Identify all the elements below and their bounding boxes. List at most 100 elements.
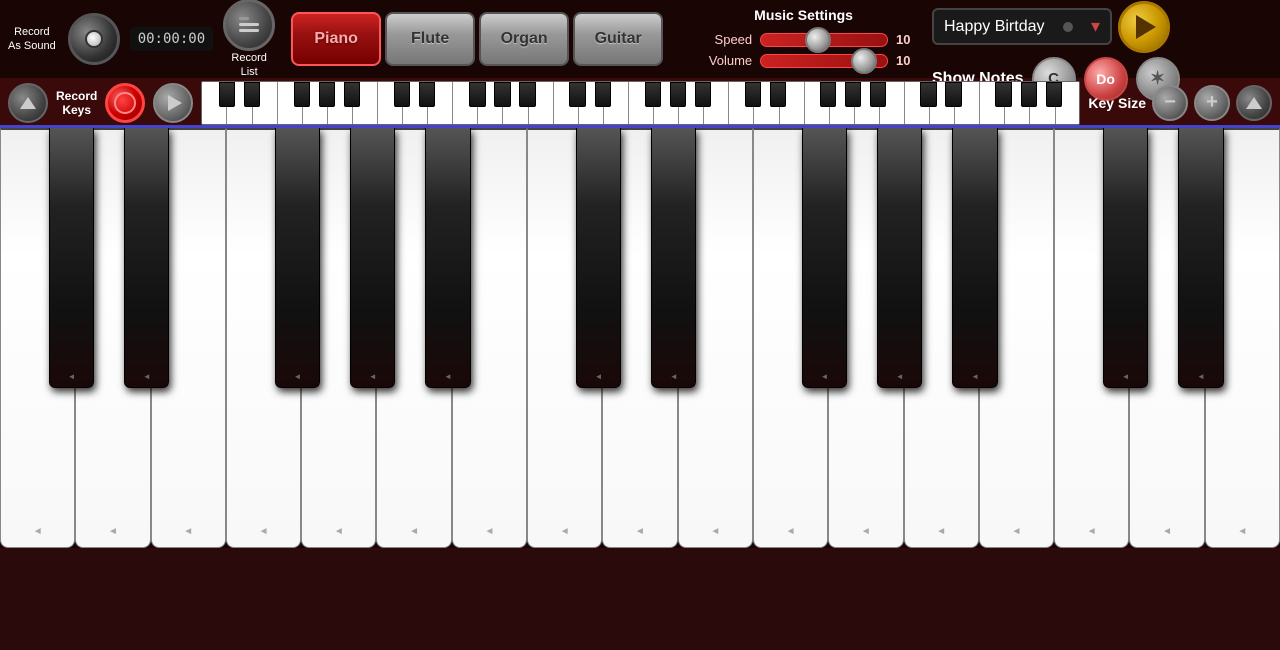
black-piano-key[interactable]: ◄	[952, 128, 997, 388]
mini-white-key[interactable]	[679, 82, 704, 124]
record-list-label: Record List	[231, 51, 266, 80]
guitar-button[interactable]: Guitar	[573, 12, 663, 66]
mini-white-key[interactable]	[428, 82, 453, 124]
mini-white-key[interactable]	[378, 82, 403, 124]
record-list-section: Record List	[223, 0, 275, 79]
key-size-increase-button[interactable]: +	[1194, 85, 1230, 121]
mini-white-key[interactable]	[780, 82, 805, 124]
mini-white-key[interactable]	[253, 82, 278, 124]
dropdown-arrow-icon: ▾	[1091, 16, 1100, 37]
mini-white-key[interactable]	[1056, 82, 1080, 124]
black-key-arrow-icon: ◄	[369, 372, 377, 381]
play-button[interactable]	[1118, 1, 1170, 53]
speed-label: Speed	[687, 32, 752, 47]
mini-white-key[interactable]	[1030, 82, 1055, 124]
key-size-up-button[interactable]	[1236, 85, 1272, 121]
mini-white-key[interactable]	[855, 82, 880, 124]
speed-value: 10	[896, 32, 920, 47]
black-piano-key[interactable]: ◄	[651, 128, 696, 388]
volume-thumb[interactable]	[851, 48, 877, 74]
top-bar: Record As Sound 00:00:00 Record List Pia…	[0, 0, 1280, 80]
speed-thumb[interactable]	[805, 27, 831, 53]
mini-white-key[interactable]	[905, 82, 930, 124]
black-piano-key[interactable]: ◄	[275, 128, 320, 388]
mini-white-key[interactable]	[654, 82, 679, 124]
black-piano-key[interactable]: ◄	[350, 128, 395, 388]
organ-button[interactable]: Organ	[479, 12, 569, 66]
song-dot-icon	[1063, 22, 1073, 32]
mini-white-key[interactable]	[604, 82, 629, 124]
piano-area: ◄◄◄◄◄◄◄◄◄◄◄◄◄◄◄◄◄◄◄◄◄◄◄◄◄◄◄◄◄	[0, 128, 1280, 548]
mini-white-key[interactable]	[478, 82, 503, 124]
black-piano-key[interactable]: ◄	[49, 128, 94, 388]
scroll-up-button[interactable]	[8, 83, 48, 123]
mini-white-key[interactable]	[353, 82, 378, 124]
mini-white-key[interactable]	[554, 82, 579, 124]
mini-white-key[interactable]	[880, 82, 905, 124]
white-key-arrow-icon: ◄	[33, 526, 43, 537]
play-icon	[1136, 15, 1156, 39]
mini-white-key[interactable]	[930, 82, 955, 124]
song-selector[interactable]: Happy Birtday ▾	[932, 8, 1112, 45]
play-keys-button[interactable]	[153, 83, 193, 123]
mini-white-key[interactable]	[704, 82, 729, 124]
instrument-buttons: Piano Flute Organ Guitar	[291, 12, 663, 66]
key-size-decrease-button[interactable]: −	[1152, 85, 1188, 121]
mini-white-key[interactable]	[529, 82, 554, 124]
white-key-arrow-icon: ◄	[635, 526, 645, 537]
mini-white-key[interactable]	[579, 82, 604, 124]
mini-white-key[interactable]	[403, 82, 428, 124]
mini-white-key[interactable]	[202, 82, 227, 124]
mini-white-key[interactable]	[754, 82, 779, 124]
black-key-arrow-icon: ◄	[670, 372, 678, 381]
white-key-arrow-icon: ◄	[1237, 526, 1247, 537]
black-piano-key[interactable]: ◄	[124, 128, 169, 388]
up-arrow-icon	[20, 97, 36, 109]
mini-white-key[interactable]	[227, 82, 252, 124]
mini-white-key[interactable]	[729, 82, 754, 124]
black-key-arrow-icon: ◄	[821, 372, 829, 381]
black-key-arrow-icon: ◄	[143, 372, 151, 381]
black-piano-key[interactable]: ◄	[802, 128, 847, 388]
black-key-arrow-icon: ◄	[1197, 372, 1205, 381]
volume-label: Volume	[687, 53, 752, 68]
white-key-arrow-icon: ◄	[936, 526, 946, 537]
second-bar: Record Keys	[0, 80, 1280, 128]
record-list-button[interactable]	[223, 0, 275, 51]
mini-white-key[interactable]	[830, 82, 855, 124]
mini-white-key[interactable]	[453, 82, 478, 124]
white-key-arrow-icon: ◄	[786, 526, 796, 537]
volume-slider[interactable]	[760, 54, 888, 68]
music-settings-title: Music Settings	[754, 7, 853, 23]
mini-white-key[interactable]	[503, 82, 528, 124]
record-knob[interactable]	[68, 13, 120, 65]
record-keys-button[interactable]	[105, 83, 145, 123]
mini-white-key[interactable]	[629, 82, 654, 124]
key-size-section: Key Size − +	[1088, 85, 1272, 121]
piano-keyboard: ◄◄◄◄◄◄◄◄◄◄◄◄◄◄◄◄◄◄◄◄◄◄◄◄◄◄◄◄◄	[0, 128, 1280, 548]
black-piano-key[interactable]: ◄	[1178, 128, 1223, 388]
black-piano-key[interactable]: ◄	[425, 128, 470, 388]
mini-white-key[interactable]	[805, 82, 830, 124]
music-settings-section: Music Settings Speed 10 Volume 10	[675, 7, 932, 71]
black-key-arrow-icon: ◄	[1122, 372, 1130, 381]
speed-slider[interactable]	[760, 33, 888, 47]
black-key-arrow-icon: ◄	[293, 372, 301, 381]
mini-white-key[interactable]	[278, 82, 303, 124]
black-piano-key[interactable]: ◄	[576, 128, 621, 388]
white-key-arrow-icon: ◄	[1162, 526, 1172, 537]
mini-white-key[interactable]	[328, 82, 353, 124]
mini-white-key[interactable]	[1005, 82, 1030, 124]
list-icon	[239, 17, 259, 32]
mini-white-key[interactable]	[955, 82, 980, 124]
key-size-label: Key Size	[1088, 95, 1146, 111]
black-piano-key[interactable]: ◄	[877, 128, 922, 388]
mini-white-key[interactable]	[980, 82, 1005, 124]
volume-value: 10	[896, 53, 920, 68]
black-key-arrow-icon: ◄	[595, 372, 603, 381]
flute-button[interactable]: Flute	[385, 12, 475, 66]
white-key-arrow-icon: ◄	[409, 526, 419, 537]
piano-button[interactable]: Piano	[291, 12, 381, 66]
black-piano-key[interactable]: ◄	[1103, 128, 1148, 388]
mini-white-key[interactable]	[303, 82, 328, 124]
